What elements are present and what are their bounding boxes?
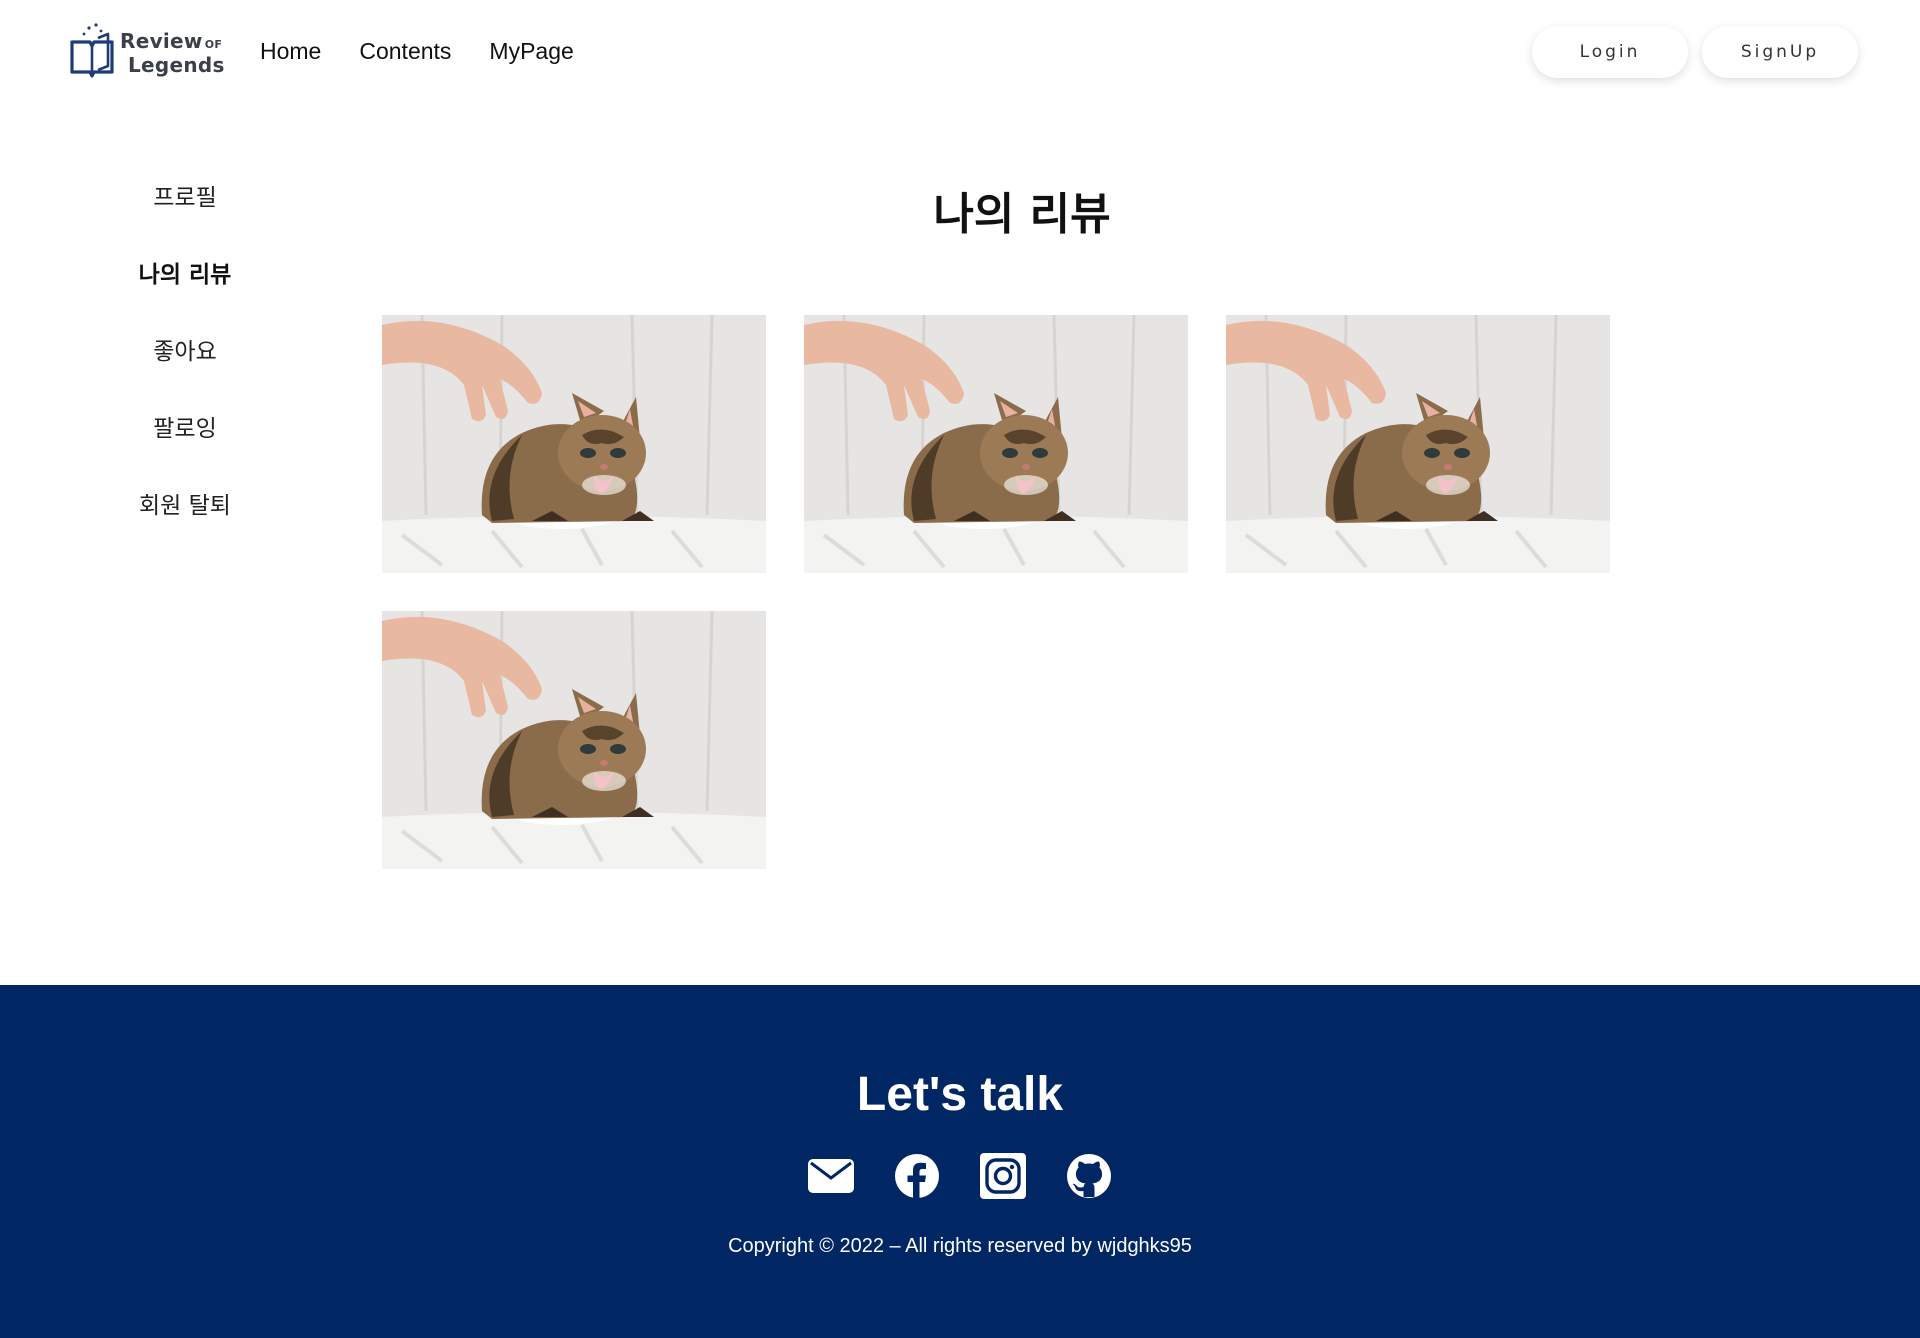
- review-thumbnail: [1226, 315, 1610, 573]
- auth-buttons: Login SignUp: [1532, 26, 1858, 78]
- open-book-icon: [70, 23, 114, 78]
- copyright-text: Copyright © 2022 – All rights reserved b…: [728, 1235, 1192, 1257]
- review-grid: [382, 315, 1612, 869]
- page-title: 나의 리뷰: [933, 189, 1111, 240]
- login-button[interactable]: Login: [1532, 26, 1688, 78]
- logo-text-legends: Legends: [128, 53, 225, 77]
- mail-icon[interactable]: [808, 1153, 854, 1199]
- sidebar-item-following[interactable]: 팔로잉: [100, 409, 270, 486]
- social-links: [0, 1153, 1920, 1199]
- signup-button[interactable]: SignUp: [1702, 26, 1858, 78]
- review-thumbnail: [382, 315, 766, 573]
- nav-contents[interactable]: Contents: [359, 38, 451, 65]
- logo-text: Review OF: [120, 29, 223, 53]
- nav-home[interactable]: Home: [260, 38, 321, 65]
- sidebar-item-withdraw[interactable]: 회원 탈퇴: [100, 486, 270, 563]
- review-card[interactable]: [1226, 315, 1610, 573]
- main-nav: Home Contents MyPage: [260, 38, 574, 65]
- sidebar-item-my-reviews[interactable]: 나의 리뷰: [100, 255, 270, 332]
- site-footer: Let's talk Copyright © 2022 – All rights…: [0, 985, 1920, 1338]
- github-icon[interactable]: [1066, 1153, 1112, 1199]
- review-thumbnail: [382, 611, 766, 869]
- review-card[interactable]: [382, 611, 766, 869]
- facebook-icon[interactable]: [894, 1153, 940, 1199]
- instagram-icon[interactable]: [980, 1153, 1026, 1199]
- review-card[interactable]: [382, 315, 766, 573]
- site-header: Review OF Legends Home Contents MyPage Lo…: [0, 0, 1920, 104]
- site-logo[interactable]: Review OF Legends: [68, 20, 228, 82]
- review-thumbnail: [804, 315, 1188, 573]
- review-card[interactable]: [804, 315, 1188, 573]
- footer-title: Let's talk: [856, 1068, 1064, 1121]
- nav-mypage[interactable]: MyPage: [489, 38, 573, 65]
- sidebar-item-likes[interactable]: 좋아요: [100, 332, 270, 409]
